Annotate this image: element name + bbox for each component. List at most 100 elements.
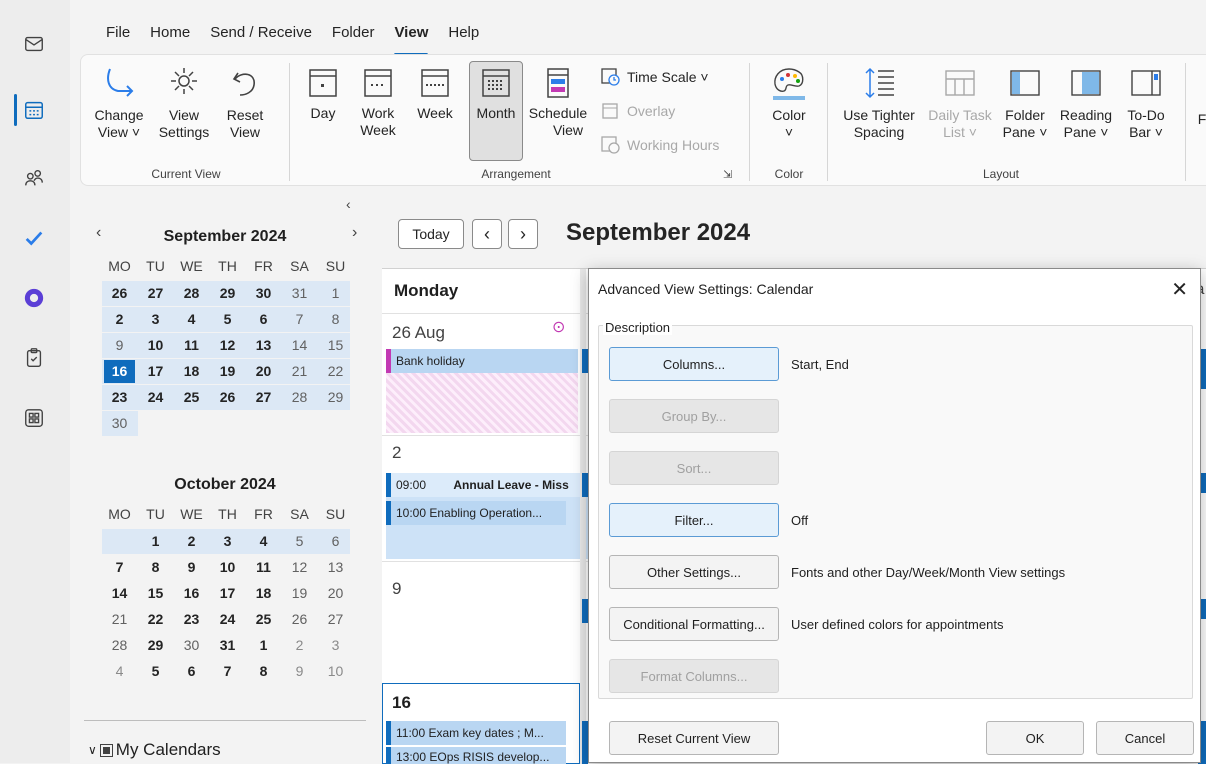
mini-calendar-day[interactable]: 9	[176, 556, 207, 579]
mini-calendar-day[interactable]: 10	[212, 556, 243, 579]
day-cell-26-aug[interactable]: 26 Aug	[392, 323, 445, 343]
mini-calendar-day[interactable]: 24	[212, 608, 243, 631]
todo-icon[interactable]	[22, 226, 46, 250]
event-eops-risis[interactable]: 13:00 EOps RISIS develop...	[386, 747, 566, 764]
working-hours-button[interactable]: Working Hours	[601, 135, 719, 155]
format-columns-button[interactable]: Format Columns...	[609, 659, 779, 693]
mini-calendar-day[interactable]: 7	[284, 308, 315, 331]
mini-calendar-day[interactable]: 16	[176, 582, 207, 605]
work-week-view-button[interactable]: Work Week	[357, 65, 399, 139]
mini-calendar-day[interactable]: 17	[140, 360, 171, 383]
mini-calendar-day[interactable]: 25	[248, 608, 279, 631]
mini-calendar-day[interactable]: 24	[140, 386, 171, 409]
mini-calendar-day[interactable]: 30	[104, 412, 135, 435]
mini-calendar-day[interactable]: 31	[212, 634, 243, 657]
mini-calendar-day[interactable]: 28	[104, 634, 135, 657]
event-enabling-operation[interactable]: 10:00 Enabling Operation...	[386, 501, 566, 525]
mini-calendar-day[interactable]: 27	[248, 386, 279, 409]
event-bank-holiday[interactable]: Bank holiday	[386, 349, 578, 373]
calendar-icon[interactable]	[22, 98, 46, 122]
event-annual-leave[interactable]: 09:00 Annual Leave - Miss	[386, 473, 588, 497]
mini-calendar-day[interactable]: 26	[104, 282, 135, 305]
mini-calendar-day[interactable]: 10	[320, 660, 351, 683]
mini-calendar-day[interactable]: 9	[104, 334, 135, 357]
mini-calendar-day[interactable]: 3	[320, 634, 351, 657]
mini-calendar-day[interactable]: 15	[140, 582, 171, 605]
mini-calendar-day[interactable]: 8	[320, 308, 351, 331]
columns-button[interactable]: Columns...	[609, 347, 779, 381]
week-view-button[interactable]: Week	[413, 65, 457, 122]
mini-calendar-day[interactable]: 23	[104, 386, 135, 409]
mini-calendar-day[interactable]: 20	[248, 360, 279, 383]
prev-period-button[interactable]: ‹	[472, 219, 502, 249]
mini-calendar-day[interactable]: 28	[284, 386, 315, 409]
mini-calendar-day[interactable]: 22	[140, 608, 171, 631]
change-view-button[interactable]: Change View ˅	[91, 65, 147, 141]
dialog-launcher-icon[interactable]: ⇲	[723, 168, 732, 181]
mini-calendar-day[interactable]: 7	[104, 556, 135, 579]
group-by-button[interactable]: Group By...	[609, 399, 779, 433]
apps-icon[interactable]	[22, 406, 46, 430]
mini-calendar-day[interactable]: 27	[320, 608, 351, 631]
mini-calendar-day[interactable]: 12	[212, 334, 243, 357]
mini-calendar-day[interactable]: 26	[284, 608, 315, 631]
mini-calendar-day[interactable]: 6	[176, 660, 207, 683]
todo-bar-button[interactable]: To-Do Bar ˅	[1121, 65, 1171, 141]
mini-calendar-day[interactable]: 14	[104, 582, 135, 605]
mini-calendar-day[interactable]: 4	[176, 308, 207, 331]
mini-calendar-day[interactable]: 1	[320, 282, 351, 305]
mini-calendar-day[interactable]: 14	[284, 334, 315, 357]
collapse-pane-icon[interactable]: ‹	[346, 196, 351, 212]
mini-calendar-day[interactable]: 22	[320, 360, 351, 383]
mini-calendar-day[interactable]: 6	[320, 530, 351, 553]
mini-calendar-day[interactable]: 3	[140, 308, 171, 331]
mini-calendar-day[interactable]: 12	[284, 556, 315, 579]
event-exam-key-dates[interactable]: 11:00 Exam key dates ; M...	[386, 721, 566, 745]
overlay-button[interactable]: Overlay	[601, 101, 675, 121]
mini-calendar-day[interactable]: 17	[212, 582, 243, 605]
mini-calendar-day[interactable]: 30	[248, 282, 279, 305]
mail-icon[interactable]	[22, 32, 46, 56]
mini-calendar-day[interactable]: 8	[140, 556, 171, 579]
view-settings-button[interactable]: View Settings	[155, 65, 213, 141]
copilot-icon[interactable]	[22, 286, 46, 310]
tab-send-receive[interactable]: Send / Receive	[200, 24, 322, 50]
mini-calendar-day[interactable]: 21	[104, 608, 135, 631]
mini-calendar-day[interactable]: 16	[104, 360, 135, 383]
mini-calendar-day[interactable]: 21	[284, 360, 315, 383]
mini-calendar-day[interactable]: 13	[248, 334, 279, 357]
reset-view-button[interactable]: Reset View	[221, 65, 269, 141]
tab-file[interactable]: File	[96, 24, 140, 50]
mini-calendar-day[interactable]: 2	[284, 634, 315, 657]
day-cell-9[interactable]: 9	[392, 579, 401, 599]
tab-folder[interactable]: Folder	[322, 24, 385, 50]
tab-help[interactable]: Help	[438, 24, 489, 50]
day-view-button[interactable]: Day	[303, 65, 343, 122]
mini-calendar-day[interactable]: 29	[320, 386, 351, 409]
tighter-spacing-button[interactable]: Use Tighter Spacing	[837, 65, 921, 141]
mini-calendar-day[interactable]: 6	[248, 308, 279, 331]
cancel-button[interactable]: Cancel	[1096, 721, 1194, 755]
calendar-checkbox[interactable]	[99, 743, 113, 757]
color-button[interactable]: Color ˅	[761, 65, 817, 141]
other-settings-button[interactable]: Other Settings...	[609, 555, 779, 589]
mini-calendar-day[interactable]: 5	[212, 308, 243, 331]
mini-calendar-day[interactable]: 11	[176, 334, 207, 357]
mini-calendar-day[interactable]: 5	[284, 530, 315, 553]
day-cell-16[interactable]: 16	[392, 693, 411, 713]
mini-calendar-day[interactable]: 9	[284, 660, 315, 683]
mini-calendar-day[interactable]: 4	[104, 660, 135, 683]
mini-calendar-day[interactable]: 19	[284, 582, 315, 605]
mini-calendar-day[interactable]: 13	[320, 556, 351, 579]
today-button[interactable]: Today	[398, 219, 464, 249]
mini-calendar-day[interactable]: 18	[176, 360, 207, 383]
mini-calendar-day[interactable]: 1	[248, 634, 279, 657]
mini-calendar-day[interactable]: 15	[320, 334, 351, 357]
reset-current-view-button[interactable]: Reset Current View	[609, 721, 779, 755]
mini-calendar-day[interactable]: 31	[284, 282, 315, 305]
sort-button[interactable]: Sort...	[609, 451, 779, 485]
close-icon[interactable]: ✕	[1171, 277, 1188, 302]
mini-calendar-day[interactable]: 3	[212, 530, 243, 553]
conditional-formatting-button[interactable]: Conditional Formatting...	[609, 607, 779, 641]
mini-calendar-day[interactable]: 26	[212, 386, 243, 409]
